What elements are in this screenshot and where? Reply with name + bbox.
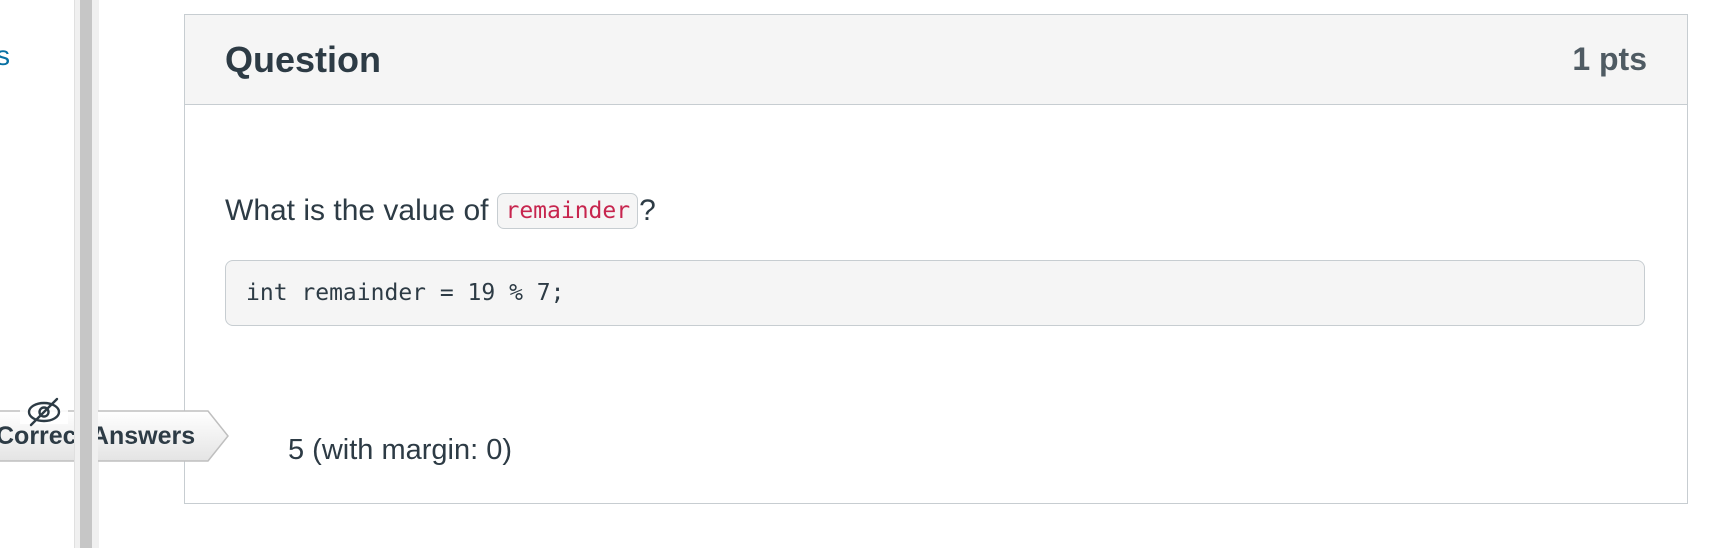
code-block: int remainder = 19 % 7;: [225, 260, 1645, 326]
question-points: 1 pts: [1572, 41, 1647, 77]
question-prompt: What is the value of: [225, 194, 489, 227]
question-header: Question 1 pts: [185, 15, 1687, 105]
question-prompt-end: ?: [639, 194, 656, 227]
inline-code-remainder: remainder: [497, 193, 639, 229]
eye-slash-icon: [20, 397, 68, 427]
scrollbar-thumb[interactable]: [81, 0, 93, 548]
question-card: Question 1 pts What is the value of rema…: [184, 14, 1688, 504]
scrollbar-track[interactable]: [74, 0, 99, 548]
sidebar-link[interactable]: s: [0, 40, 10, 72]
question-title: Question: [225, 38, 382, 80]
question-text: What is the value of remainder ?: [225, 193, 656, 229]
answer-value: 5 (with margin: 0): [288, 434, 513, 466]
